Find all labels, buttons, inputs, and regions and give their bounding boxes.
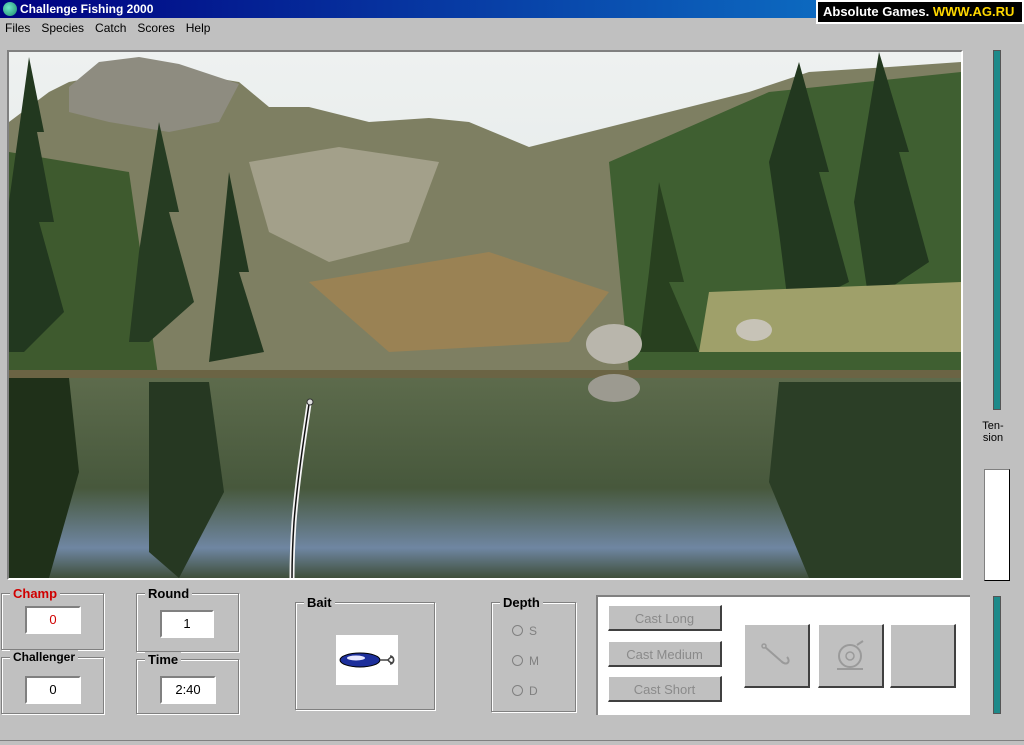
round-label: Round bbox=[145, 586, 193, 601]
depth-radio-d[interactable]: D bbox=[512, 684, 538, 698]
hook-button[interactable] bbox=[744, 624, 810, 688]
tension-label-line-2: sion bbox=[982, 432, 1004, 444]
lake-scene-image bbox=[9, 52, 961, 578]
champ-label: Champ bbox=[10, 586, 61, 601]
brand-text: Absolute Games. bbox=[823, 4, 933, 19]
depth-group: Depth S M D bbox=[491, 595, 576, 712]
round-group: Round 1 bbox=[136, 586, 239, 652]
time-label: Time bbox=[145, 652, 182, 667]
depth-radio-m[interactable]: M bbox=[512, 654, 539, 668]
reel-button[interactable] bbox=[818, 624, 884, 688]
menu-bar: Files Species Catch Scores Help bbox=[0, 19, 216, 37]
time-group: Time 2:40 bbox=[136, 652, 239, 714]
radio-circle-icon bbox=[512, 685, 523, 696]
reel-icon bbox=[837, 640, 864, 670]
challenger-label: Challenger bbox=[10, 650, 79, 664]
depth-label: Depth bbox=[500, 595, 543, 610]
brand-url: WWW.AG.RU bbox=[932, 4, 1015, 19]
menu-help[interactable]: Help bbox=[181, 19, 217, 37]
cast-long-button[interactable]: Cast Long bbox=[608, 605, 722, 631]
depth-option-m: M bbox=[529, 654, 539, 668]
menu-scores[interactable]: Scores bbox=[132, 19, 180, 37]
tension-gauge-bottom bbox=[993, 596, 1001, 714]
cast-panel: Cast Long Cast Medium Cast Short bbox=[596, 595, 970, 715]
spoon-lure-icon bbox=[339, 652, 395, 668]
status-strip bbox=[0, 740, 1024, 745]
time-value: 2:40 bbox=[160, 676, 216, 704]
bait-group: Bait bbox=[295, 595, 435, 710]
bait-label: Bait bbox=[304, 595, 335, 610]
depth-option-s: S bbox=[529, 624, 538, 638]
hook-icon bbox=[761, 643, 790, 665]
tension-meter bbox=[984, 469, 1010, 581]
challenger-score: 0 bbox=[25, 676, 81, 704]
menu-species[interactable]: Species bbox=[36, 19, 90, 37]
cast-short-button[interactable]: Cast Short bbox=[608, 676, 722, 702]
tension-label-line-1: Ten- bbox=[982, 420, 1004, 432]
challenger-group: Challenger 0 bbox=[1, 650, 104, 714]
radio-circle-icon bbox=[512, 625, 523, 636]
cast-medium-button[interactable]: Cast Medium bbox=[608, 641, 722, 667]
round-value: 1 bbox=[160, 610, 214, 638]
empty-action-button[interactable] bbox=[890, 624, 956, 688]
lake-scene[interactable] bbox=[7, 50, 963, 580]
menu-catch[interactable]: Catch bbox=[90, 19, 132, 37]
radio-circle-icon bbox=[512, 655, 523, 666]
app-icon bbox=[3, 2, 17, 16]
depth-radio-s[interactable]: S bbox=[512, 624, 537, 638]
depth-option-d: D bbox=[529, 684, 538, 698]
tension-gauge-top bbox=[993, 50, 1001, 410]
window-title: Challenge Fishing 2000 bbox=[20, 2, 154, 16]
champ-score: 0 bbox=[25, 606, 81, 634]
bait-lure[interactable] bbox=[336, 635, 398, 685]
tension-label: Ten- sion bbox=[978, 420, 1008, 444]
brand-banner: Absolute Games. WWW.AG.RU bbox=[816, 0, 1024, 24]
champ-group: Champ 0 bbox=[1, 586, 104, 650]
menu-files[interactable]: Files bbox=[0, 19, 36, 37]
